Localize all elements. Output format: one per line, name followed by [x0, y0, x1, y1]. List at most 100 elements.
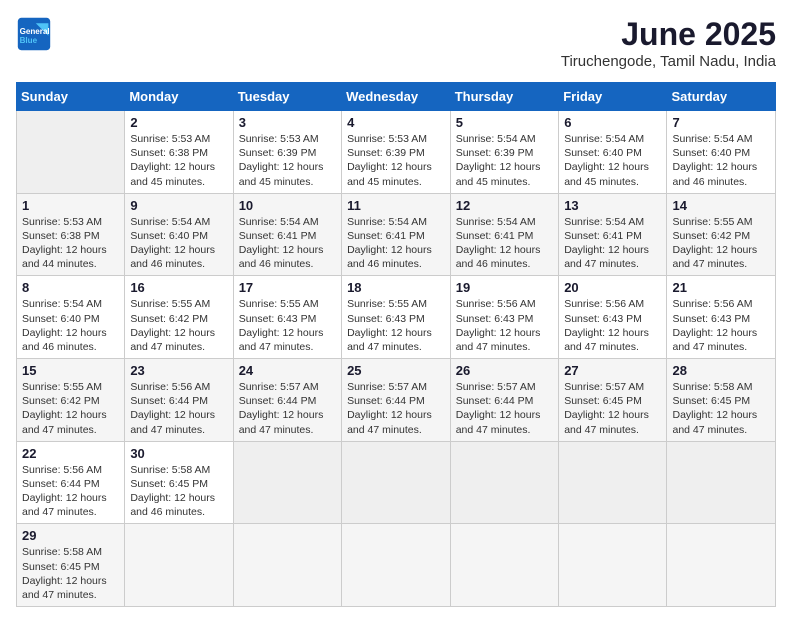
day-info: Sunrise: 5:53 AMSunset: 6:39 PMDaylight:…	[347, 132, 445, 189]
day-info: Sunrise: 5:57 AMSunset: 6:44 PMDaylight:…	[239, 380, 336, 437]
day-number: 2	[130, 115, 227, 130]
calendar-cell: 30 Sunrise: 5:58 AMSunset: 6:45 PMDayligh…	[125, 441, 233, 524]
calendar-cell: 21Sunrise: 5:56 AMSunset: 6:43 PMDayligh…	[667, 276, 776, 359]
calendar-cell	[17, 111, 125, 194]
day-number: 18	[347, 280, 445, 295]
day-info: Sunrise: 5:55 AMSunset: 6:43 PMDaylight:…	[347, 297, 445, 354]
day-info: Sunrise: 5:54 AMSunset: 6:40 PMDaylight:…	[672, 132, 770, 189]
calendar-cell	[667, 524, 776, 607]
day-number: 21	[672, 280, 770, 295]
day-number: 20	[564, 280, 661, 295]
calendar-table: SundayMondayTuesdayWednesdayThursdayFrid…	[16, 82, 776, 607]
day-info: Sunrise: 5:53 AMSunset: 6:38 PMDaylight:…	[22, 215, 119, 272]
calendar-row-1: 1 Sunrise: 5:53 AMSunset: 6:38 PMDaylight…	[17, 193, 776, 276]
day-number: 13	[564, 198, 661, 213]
weekday-header-monday: Monday	[125, 83, 233, 111]
calendar-cell: 19 Sunrise: 5:56 AMSunset: 6:43 PMDayligh…	[450, 276, 558, 359]
calendar-cell: 14 Sunrise: 5:55 AMSunset: 6:42 PMDayligh…	[667, 193, 776, 276]
calendar-cell	[559, 524, 667, 607]
day-info: Sunrise: 5:58 AMSunset: 6:45 PMDaylight:…	[672, 380, 770, 437]
svg-text:General: General	[20, 27, 50, 36]
calendar-cell: 16 Sunrise: 5:55 AMSunset: 6:42 PMDayligh…	[125, 276, 233, 359]
weekday-header-thursday: Thursday	[450, 83, 558, 111]
calendar-cell	[342, 441, 451, 524]
location: Tiruchengode, Tamil Nadu, India	[561, 53, 776, 70]
logo-icon: General Blue	[16, 16, 52, 52]
day-info: Sunrise: 5:57 AMSunset: 6:45 PMDaylight:…	[564, 380, 661, 437]
day-number: 22	[22, 446, 119, 461]
day-info: Sunrise: 5:55 AMSunset: 6:42 PMDaylight:…	[22, 380, 119, 437]
weekday-header-wednesday: Wednesday	[342, 83, 451, 111]
weekday-header-row: SundayMondayTuesdayWednesdayThursdayFrid…	[17, 83, 776, 111]
weekday-header-tuesday: Tuesday	[233, 83, 341, 111]
calendar-cell: 10Sunrise: 5:54 AMSunset: 6:41 PMDayligh…	[233, 193, 341, 276]
day-number: 29	[22, 528, 119, 543]
day-info: Sunrise: 5:54 AMSunset: 6:40 PMDaylight:…	[564, 132, 661, 189]
day-number: 7	[672, 115, 770, 130]
day-number: 23	[130, 363, 227, 378]
day-number: 4	[347, 115, 445, 130]
svg-text:Blue: Blue	[20, 36, 38, 45]
day-info: Sunrise: 5:54 AMSunset: 6:40 PMDaylight:…	[22, 297, 119, 354]
day-number: 26	[456, 363, 553, 378]
logo: General Blue	[16, 16, 52, 52]
day-number: 24	[239, 363, 336, 378]
day-info: Sunrise: 5:58 AMSunset: 6:45 PMDaylight:…	[130, 463, 227, 520]
weekday-header-friday: Friday	[559, 83, 667, 111]
calendar-cell	[667, 441, 776, 524]
month-title: June 2025	[561, 16, 776, 53]
calendar-cell: 13Sunrise: 5:54 AMSunset: 6:41 PMDayligh…	[559, 193, 667, 276]
calendar-cell: 4 Sunrise: 5:53 AMSunset: 6:39 PMDaylight…	[342, 111, 451, 194]
day-info: Sunrise: 5:56 AMSunset: 6:43 PMDaylight:…	[564, 297, 661, 354]
day-number: 30	[130, 446, 227, 461]
calendar-cell: 12Sunrise: 5:54 AMSunset: 6:41 PMDayligh…	[450, 193, 558, 276]
calendar-cell: 15 Sunrise: 5:55 AMSunset: 6:42 PMDayligh…	[17, 359, 125, 442]
day-info: Sunrise: 5:54 AMSunset: 6:39 PMDaylight:…	[456, 132, 553, 189]
day-info: Sunrise: 5:55 AMSunset: 6:42 PMDaylight:…	[672, 215, 770, 272]
calendar-cell	[559, 441, 667, 524]
calendar-cell: 7 Sunrise: 5:54 AMSunset: 6:40 PMDaylight…	[667, 111, 776, 194]
day-number: 28	[672, 363, 770, 378]
calendar-cell: 29Sunrise: 5:58 AMSunset: 6:45 PMDayligh…	[17, 524, 125, 607]
title-block: June 2025 Tiruchengode, Tamil Nadu, Indi…	[561, 16, 776, 70]
calendar-cell: 1 Sunrise: 5:53 AMSunset: 6:38 PMDaylight…	[17, 193, 125, 276]
calendar-cell: 25Sunrise: 5:57 AMSunset: 6:44 PMDayligh…	[342, 359, 451, 442]
calendar-cell	[233, 441, 341, 524]
calendar-row-3: 15 Sunrise: 5:55 AMSunset: 6:42 PMDayligh…	[17, 359, 776, 442]
weekday-header-sunday: Sunday	[17, 83, 125, 111]
calendar-row-2: 8 Sunrise: 5:54 AMSunset: 6:40 PMDaylight…	[17, 276, 776, 359]
day-info: Sunrise: 5:54 AMSunset: 6:41 PMDaylight:…	[347, 215, 445, 272]
calendar-cell	[125, 524, 233, 607]
day-number: 8	[22, 280, 119, 295]
day-info: Sunrise: 5:56 AMSunset: 6:43 PMDaylight:…	[456, 297, 553, 354]
day-number: 15	[22, 363, 119, 378]
calendar-cell: 6 Sunrise: 5:54 AMSunset: 6:40 PMDaylight…	[559, 111, 667, 194]
calendar-cell: 23 Sunrise: 5:56 AMSunset: 6:44 PMDayligh…	[125, 359, 233, 442]
day-number: 19	[456, 280, 553, 295]
calendar-cell	[233, 524, 341, 607]
calendar-cell: 3Sunrise: 5:53 AMSunset: 6:39 PMDaylight…	[233, 111, 341, 194]
day-number: 12	[456, 198, 553, 213]
calendar-cell: 5 Sunrise: 5:54 AMSunset: 6:39 PMDaylight…	[450, 111, 558, 194]
calendar-cell: 17 Sunrise: 5:55 AMSunset: 6:43 PMDayligh…	[233, 276, 341, 359]
calendar-cell	[450, 441, 558, 524]
day-number: 11	[347, 198, 445, 213]
day-number: 6	[564, 115, 661, 130]
day-number: 16	[130, 280, 227, 295]
day-number: 17	[239, 280, 336, 295]
day-info: Sunrise: 5:55 AMSunset: 6:43 PMDaylight:…	[239, 297, 336, 354]
day-info: Sunrise: 5:57 AMSunset: 6:44 PMDaylight:…	[347, 380, 445, 437]
day-number: 14	[672, 198, 770, 213]
day-number: 5	[456, 115, 553, 130]
day-info: Sunrise: 5:55 AMSunset: 6:42 PMDaylight:…	[130, 297, 227, 354]
calendar-cell: 20 Sunrise: 5:56 AMSunset: 6:43 PMDayligh…	[559, 276, 667, 359]
day-number: 9	[130, 198, 227, 213]
calendar-cell	[450, 524, 558, 607]
calendar-row-5: 29Sunrise: 5:58 AMSunset: 6:45 PMDayligh…	[17, 524, 776, 607]
day-info: Sunrise: 5:56 AMSunset: 6:44 PMDaylight:…	[130, 380, 227, 437]
calendar-cell: 26 Sunrise: 5:57 AMSunset: 6:44 PMDayligh…	[450, 359, 558, 442]
calendar-cell: 28 Sunrise: 5:58 AMSunset: 6:45 PMDayligh…	[667, 359, 776, 442]
day-info: Sunrise: 5:57 AMSunset: 6:44 PMDaylight:…	[456, 380, 553, 437]
day-number: 1	[22, 198, 119, 213]
calendar-row-4: 22Sunrise: 5:56 AMSunset: 6:44 PMDayligh…	[17, 441, 776, 524]
